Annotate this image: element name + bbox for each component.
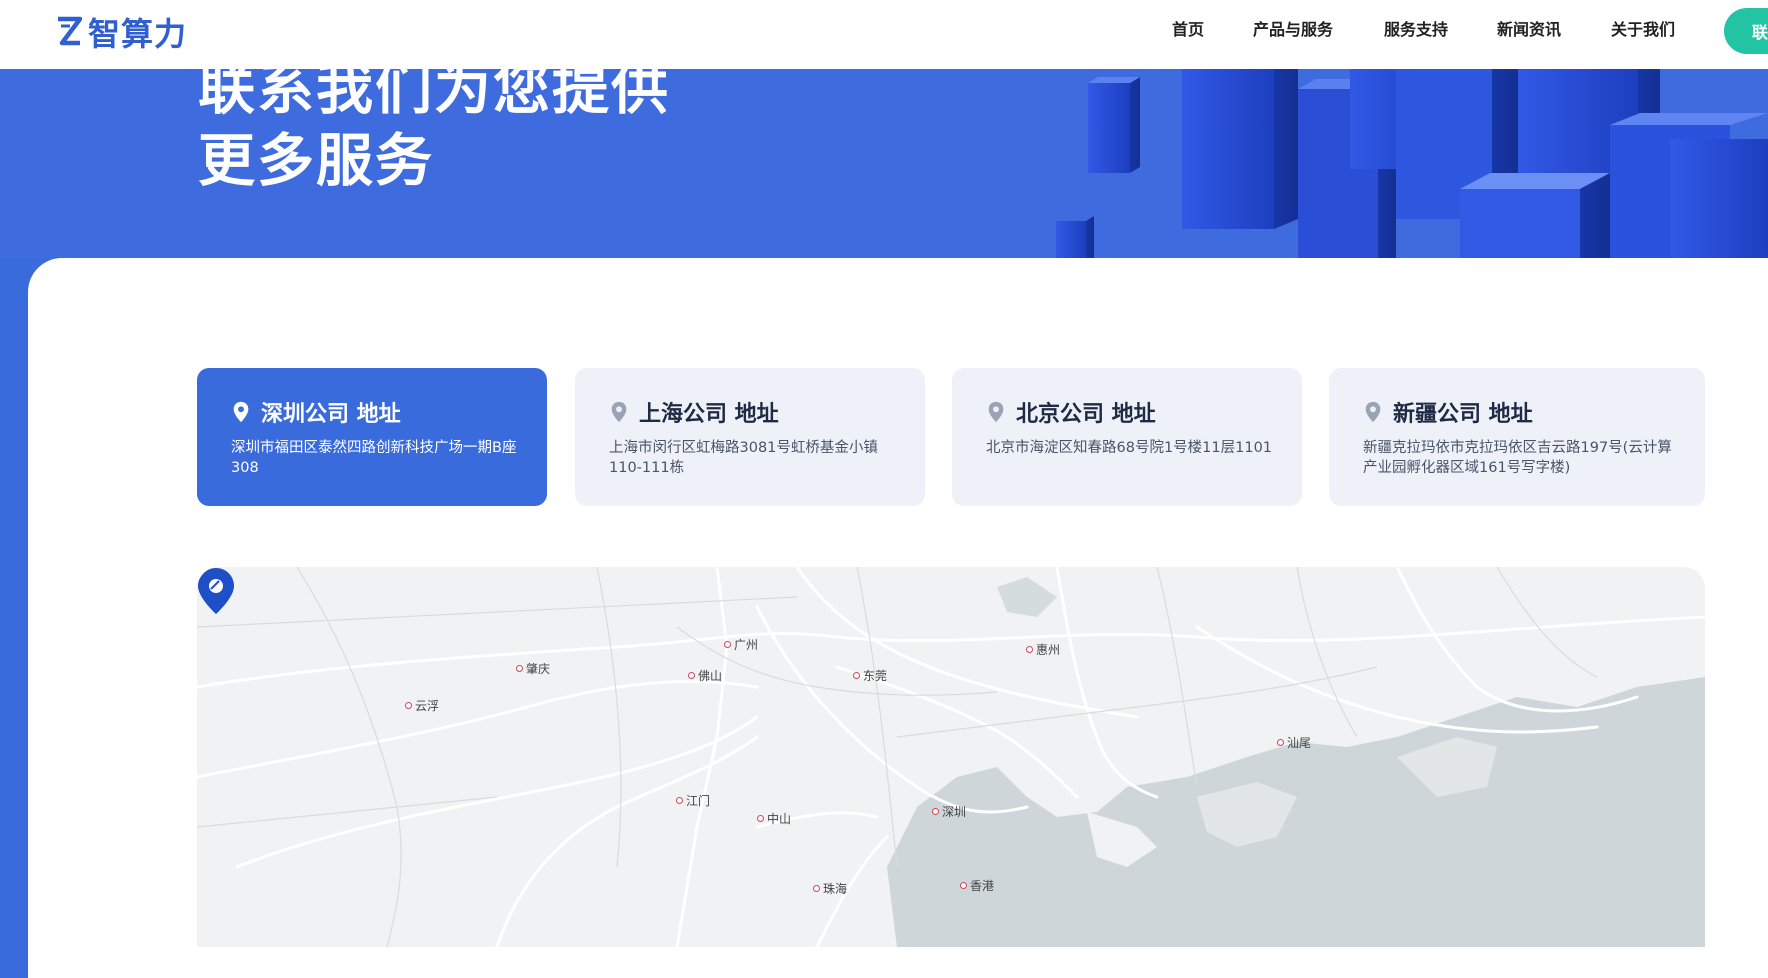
map-background: [197, 567, 1705, 947]
office-address: 上海市闵行区虹梅路3081号虹桥基金小镇110-111栋: [609, 440, 878, 476]
office-title: 深圳公司 地址: [261, 402, 401, 427]
city-dot-icon: [932, 808, 939, 815]
hero-title-line2: 更多服务: [198, 128, 434, 194]
city-name: 香港: [970, 879, 995, 893]
city-dot-icon: [724, 641, 731, 648]
hero-title: 联系我们为您提供 更多服务: [198, 69, 670, 197]
nav-about[interactable]: 关于我们: [1611, 18, 1675, 42]
city-dot-icon: [1277, 739, 1284, 746]
city-name: 惠州: [1036, 643, 1061, 657]
office-card-title: 新疆公司 地址: [1363, 396, 1705, 428]
office-card-beijing[interactable]: 北京公司 地址 北京市海淀区知春路68号院1号楼11层1101: [952, 368, 1302, 506]
brand-name: 智算力: [88, 15, 188, 53]
hero-banner: 联系我们为您提供 更多服务: [0, 69, 1768, 259]
location-pin-icon: [611, 401, 627, 423]
office-card-shanghai[interactable]: 上海公司 地址 上海市闵行区虹梅路3081号虹桥基金小镇110-111栋: [575, 368, 925, 506]
map-city-label: 珠海: [813, 880, 847, 897]
brand-logo[interactable]: 智算力: [56, 12, 188, 53]
office-title: 新疆公司 地址: [1393, 402, 1533, 427]
city-dot-icon: [853, 672, 860, 679]
contact-button-label: 联: [1752, 23, 1768, 42]
map-city-label: 惠州: [1026, 641, 1060, 658]
office-card-title: 上海公司 地址: [609, 396, 925, 428]
city-dot-icon: [516, 665, 523, 672]
map-city-label: 香港: [960, 877, 994, 894]
city-name: 深圳: [942, 805, 967, 819]
city-name: 佛山: [698, 669, 723, 683]
logo-mark-icon: [56, 16, 82, 48]
map-city-label: 佛山: [688, 667, 722, 684]
office-card-title: 深圳公司 地址: [231, 396, 547, 428]
city-dot-icon: [405, 702, 412, 709]
city-name: 中山: [767, 812, 792, 826]
map-city-label: 汕尾: [1277, 734, 1311, 751]
city-name: 江门: [686, 794, 711, 808]
office-card-xinjiang[interactable]: 新疆公司 地址 新疆克拉玛依市克拉玛依区吉云路197号(云计算产业园孵化器区域1…: [1329, 368, 1705, 506]
city-name: 广州: [734, 638, 759, 652]
nav-news[interactable]: 新闻资讯: [1497, 18, 1561, 42]
city-name: 肇庆: [526, 662, 551, 676]
office-map[interactable]: 广州 肇庆 佛山 东莞 惠州 云浮 汕尾 江门 中山 深圳 珠海 香港: [197, 567, 1705, 947]
city-dot-icon: [813, 885, 820, 892]
office-card-shenzhen[interactable]: 深圳公司 地址 深圳市福田区泰然四路创新科技广场一期B座308: [197, 368, 547, 506]
office-card-title: 北京公司 地址: [986, 396, 1302, 428]
city-name: 东莞: [863, 669, 888, 683]
city-name: 云浮: [415, 699, 440, 713]
blocks-illustration: [1056, 69, 1768, 259]
office-title: 上海公司 地址: [639, 402, 779, 427]
nav-support[interactable]: 服务支持: [1384, 18, 1448, 42]
map-pin-icon[interactable]: [197, 567, 235, 615]
city-dot-icon: [688, 672, 695, 679]
site-header: 智算力 首页 产品与服务 服务支持 新闻资讯 关于我们 联: [0, 0, 1768, 69]
map-city-label: 中山: [757, 810, 791, 827]
nav-products[interactable]: 产品与服务: [1253, 18, 1333, 42]
city-name: 汕尾: [1287, 736, 1312, 750]
location-pin-icon: [1365, 401, 1381, 423]
map-city-label: 云浮: [405, 697, 439, 714]
hero-title-line1: 联系我们为您提供: [198, 69, 670, 122]
city-dot-icon: [960, 882, 967, 889]
nav-home[interactable]: 首页: [1172, 18, 1204, 42]
office-title: 北京公司 地址: [1016, 402, 1156, 427]
office-address: 新疆克拉玛依市克拉玛依区吉云路197号(云计算产业园孵化器区域161号写字楼): [1363, 440, 1672, 476]
map-city-label: 广州: [724, 636, 758, 653]
location-pin-icon: [988, 401, 1004, 423]
city-dot-icon: [676, 797, 683, 804]
office-address: 北京市海淀区知春路68号院1号楼11层1101: [986, 440, 1273, 456]
city-name: 珠海: [823, 882, 848, 896]
location-pin-icon: [233, 401, 249, 423]
map-city-label: 东莞: [853, 667, 887, 684]
contact-us-button[interactable]: 联: [1724, 8, 1768, 54]
city-dot-icon: [1026, 646, 1033, 653]
map-city-label: 江门: [676, 792, 710, 809]
city-dot-icon: [757, 815, 764, 822]
map-city-label: 深圳: [932, 803, 966, 820]
office-address: 深圳市福田区泰然四路创新科技广场一期B座308: [231, 440, 517, 476]
map-city-label: 肇庆: [516, 660, 550, 677]
